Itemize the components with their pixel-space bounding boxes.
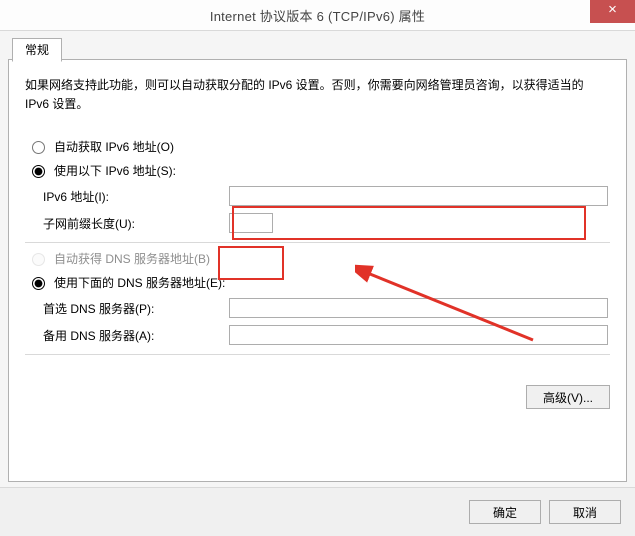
tab-strip: 常规	[12, 38, 627, 60]
label-dns-preferred: 首选 DNS 服务器(P):	[43, 300, 229, 317]
close-button[interactable]: ×	[590, 0, 635, 23]
radio-manual-ipv6-label: 使用以下 IPv6 地址(S):	[54, 162, 176, 179]
tab-panel-general: 如果网络支持此功能，则可以自动获取分配的 IPv6 设置。否则，你需要向网络管理…	[8, 59, 627, 482]
label-prefix-length: 子网前缀长度(U):	[43, 215, 229, 232]
input-dns-alternate[interactable]	[229, 325, 608, 345]
dialog-button-row: 确定 取消	[0, 487, 635, 536]
input-prefix-length[interactable]	[229, 213, 273, 233]
radio-manual-dns-label: 使用下面的 DNS 服务器地址(E):	[54, 274, 225, 291]
radio-manual-dns[interactable]: 使用下面的 DNS 服务器地址(E):	[27, 273, 608, 291]
field-dns-alternate: 备用 DNS 服务器(A):	[43, 324, 608, 346]
window-title: Internet 协议版本 6 (TCP/IPv6) 属性	[0, 6, 635, 25]
label-dns-alternate: 备用 DNS 服务器(A):	[43, 327, 229, 344]
client-area: 常规 如果网络支持此功能，则可以自动获取分配的 IPv6 设置。否则，你需要向网…	[0, 30, 635, 488]
radio-auto-ipv6-input[interactable]	[32, 141, 45, 154]
tab-general[interactable]: 常规	[12, 38, 62, 62]
radio-manual-dns-input[interactable]	[32, 277, 45, 290]
titlebar: Internet 协议版本 6 (TCP/IPv6) 属性 ×	[0, 0, 635, 31]
field-prefix-length: 子网前缀长度(U):	[43, 212, 608, 234]
label-ipv6-address: IPv6 地址(I):	[43, 188, 229, 205]
ok-button[interactable]: 确定	[469, 500, 541, 524]
advanced-button[interactable]: 高级(V)...	[526, 385, 610, 409]
radio-auto-ipv6[interactable]: 自动获取 IPv6 地址(O)	[27, 137, 608, 155]
divider-2	[25, 354, 610, 355]
intro-text: 如果网络支持此功能，则可以自动获取分配的 IPv6 设置。否则，你需要向网络管理…	[25, 76, 610, 113]
field-ipv6-address: IPv6 地址(I):	[43, 185, 608, 207]
radio-auto-dns-input	[32, 253, 45, 266]
field-dns-preferred: 首选 DNS 服务器(P):	[43, 297, 608, 319]
input-dns-preferred[interactable]	[229, 298, 608, 318]
radio-auto-dns: 自动获得 DNS 服务器地址(B)	[27, 249, 608, 267]
divider-1	[25, 242, 610, 243]
radio-manual-ipv6[interactable]: 使用以下 IPv6 地址(S):	[27, 161, 608, 179]
radio-manual-ipv6-input[interactable]	[32, 165, 45, 178]
radio-auto-dns-label: 自动获得 DNS 服务器地址(B)	[54, 250, 210, 267]
radio-auto-ipv6-label: 自动获取 IPv6 地址(O)	[54, 138, 174, 155]
input-ipv6-address[interactable]	[229, 186, 608, 206]
cancel-button[interactable]: 取消	[549, 500, 621, 524]
